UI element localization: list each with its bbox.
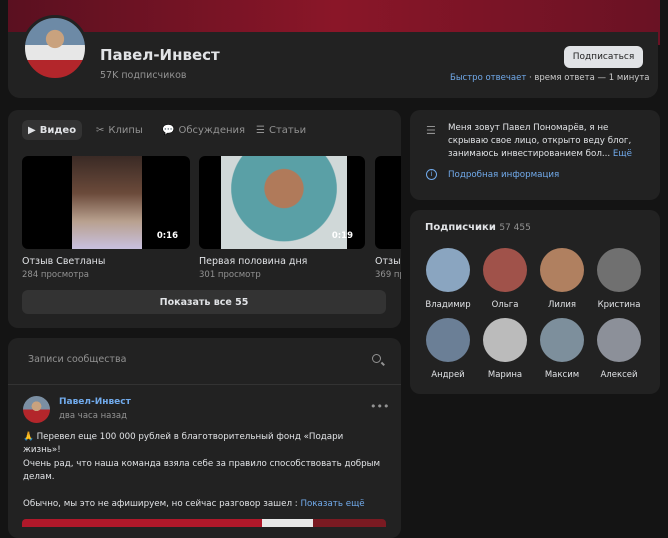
info-icon: i (426, 169, 437, 180)
subscriber-item[interactable]: Ольга (475, 248, 535, 310)
tab-label: Статьи (268, 124, 307, 136)
video-thumbnail[interactable]: 0:16 (22, 156, 190, 249)
video-thumbnail[interactable] (375, 156, 401, 249)
video-views: 284 просмотра (22, 270, 89, 280)
subscribers-label: Подписчики (425, 222, 496, 233)
about-text: Меня зовут Павел Пономарёв, я не скрываю… (448, 122, 648, 161)
tab-clips[interactable]: ✂ Клипы (96, 120, 143, 140)
more-options-icon[interactable]: ••• (370, 400, 389, 413)
video-title[interactable]: Отзыв Светланы (22, 256, 105, 267)
about-more-link[interactable]: Ещё (610, 149, 632, 159)
post-text-line: 🙏 Перевел еще 100 000 рублей в благотвор… (23, 432, 344, 455)
response-time: · время ответа — 1 минута (526, 73, 650, 83)
video-icon: ▶ (28, 124, 36, 136)
subscriber-name: Алексей (600, 370, 638, 380)
search-icon[interactable] (372, 354, 381, 363)
clips-icon: ✂ (96, 124, 105, 136)
subscribers-count: 57 455 (499, 223, 531, 233)
show-all-videos-button[interactable]: Показать все 55 (22, 290, 386, 314)
subscriber-item[interactable]: Максим (532, 318, 592, 380)
post-time[interactable]: два часа назад (59, 411, 127, 421)
detailed-info-link[interactable]: Подробная информация (448, 170, 559, 180)
avatar (483, 318, 527, 362)
subscriber-name: Максим (544, 370, 580, 380)
subscriber-name: Марина (487, 370, 523, 380)
subscriber-name: Владимир (425, 300, 471, 310)
avatar (597, 318, 641, 362)
videos-card: ▶ Видео ✂ Клипы 💬 Обсуждения ☰ Статьи 0:… (8, 110, 401, 328)
avatar (483, 248, 527, 292)
subscriber-name: Андрей (431, 370, 465, 380)
video-views: 301 просмотр (199, 270, 261, 280)
post-image[interactable] (22, 519, 386, 527)
community-header (8, 32, 658, 98)
subscriber-item[interactable]: Андрей (418, 318, 478, 380)
avatar (426, 318, 470, 362)
post-text-line: Очень рад, что наша команда взяла себе з… (23, 459, 381, 482)
video-title[interactable]: Первая половина дня (199, 256, 307, 267)
tab-discussions[interactable]: 💬 Обсуждения (162, 120, 245, 140)
fast-response-label: Быстро отвечает (450, 73, 527, 83)
post-author-avatar[interactable] (23, 396, 50, 423)
search-icon-handle (381, 361, 385, 366)
subscriber-name: Лилия (548, 300, 576, 310)
video-duration: 0:16 (156, 231, 178, 241)
post-text-fragment: Обычно, мы это не афишируем, но сейчас р… (23, 499, 298, 509)
response-info: Быстро отвечает · время ответа — 1 минут… (450, 73, 650, 83)
tab-articles[interactable]: ☰ Статьи (256, 120, 306, 140)
video-frame (221, 156, 347, 249)
subscribers-card: Подписчики 57 455 Владимир Ольга Лилия К… (410, 210, 660, 394)
subscriber-name: Ольга (491, 300, 519, 310)
video-thumbnail[interactable]: 0:19 (199, 156, 365, 249)
post-text-line: Обычно, мы это не афишируем, но сейчас р… (23, 498, 383, 511)
articles-icon: ☰ (256, 124, 265, 136)
about-description: Меня зовут Павел Пономарёв, я не скрываю… (448, 123, 632, 159)
posts-search-label[interactable]: Записи сообщества (28, 354, 126, 365)
divider (8, 384, 401, 385)
description-icon: ☰ (426, 124, 436, 137)
video-title[interactable]: Отзыв (375, 256, 401, 267)
tab-video[interactable]: ▶ Видео (22, 120, 83, 140)
community-avatar[interactable] (22, 15, 88, 81)
subscribers-title[interactable]: Подписчики 57 455 (425, 222, 531, 233)
tab-label: Видео (39, 124, 77, 136)
avatar (426, 248, 470, 292)
subscriber-item[interactable]: Лилия (532, 248, 592, 310)
show-more-link[interactable]: Показать ещё (298, 499, 364, 509)
video-duration: 0:19 (331, 231, 353, 241)
post-author-name[interactable]: Павел-Инвест (59, 397, 131, 407)
subscribe-button[interactable]: Подписаться (564, 46, 643, 68)
avatar (540, 318, 584, 362)
video-views: 369 пр (375, 270, 401, 280)
subscriber-item[interactable]: Алексей (589, 318, 649, 380)
about-card: ☰ Меня зовут Павел Пономарёв, я не скрыв… (410, 110, 660, 200)
video-frame (72, 156, 142, 249)
subscriber-name: Кристина (597, 300, 641, 310)
tab-label: Клипы (108, 124, 143, 136)
discussions-icon: 💬 (162, 124, 175, 136)
subscriber-item[interactable]: Марина (475, 318, 535, 380)
community-posts-card: Записи сообщества Павел-Инвест два часа … (8, 338, 401, 538)
tab-label: Обсуждения (178, 124, 246, 136)
subscriber-count[interactable]: 57K подписчиков (100, 70, 186, 81)
avatar (540, 248, 584, 292)
avatar (597, 248, 641, 292)
community-name: Павел-Инвест (100, 46, 220, 64)
subscriber-item[interactable]: Владимир (418, 248, 478, 310)
subscriber-item[interactable]: Кристина (589, 248, 649, 310)
